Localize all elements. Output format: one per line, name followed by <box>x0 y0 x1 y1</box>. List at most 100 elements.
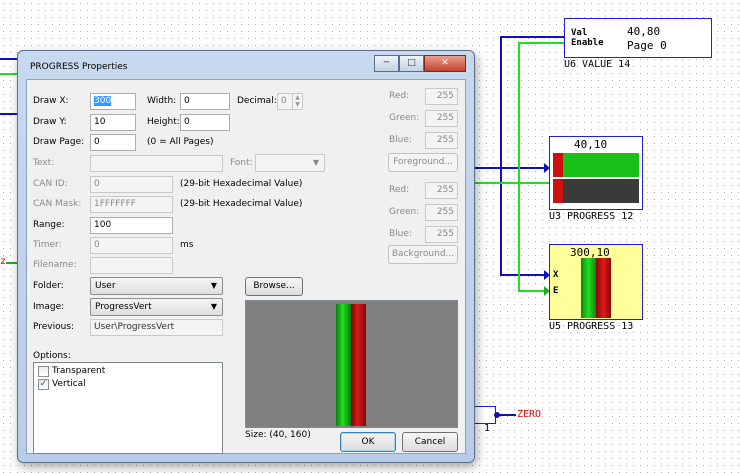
wire-green-to-value <box>518 42 564 44</box>
fg-green-label: Green: <box>389 113 420 123</box>
range-input[interactable]: 100 <box>90 217 173 234</box>
text-input[interactable] <box>90 155 223 172</box>
filename-label: Filename: <box>33 260 77 270</box>
fg-red-input[interactable]: 255 <box>425 88 458 105</box>
decimal-input[interactable]: 0 <box>277 93 293 110</box>
decimal-label: Decimal: <box>237 96 277 106</box>
checkmark-icon: ✓ <box>39 379 48 389</box>
draw-x-value: 300 <box>94 96 112 106</box>
bg-red-input[interactable]: 255 <box>425 182 458 199</box>
draw-y-label: Draw Y: <box>33 117 67 127</box>
u5-pin-e: E <box>553 286 559 296</box>
wire-blue-vertical <box>500 36 502 276</box>
folder-select[interactable]: User ▼ <box>90 277 223 295</box>
minimize-icon: ─ <box>383 58 390 68</box>
cancel-button[interactable]: Cancel <box>402 432 458 452</box>
can-mask-label: CAN Mask: <box>33 199 82 209</box>
draw-page-input[interactable]: 0 <box>90 134 136 151</box>
fragment-1: 1 <box>484 423 491 434</box>
font-label: Font: <box>230 158 253 168</box>
timer-label: Timer: <box>33 240 62 250</box>
minimize-button[interactable]: ─ <box>374 55 399 72</box>
u3-bar-bottom <box>553 179 639 203</box>
draw-y-input[interactable]: 10 <box>90 114 136 131</box>
background-button[interactable]: Background... <box>388 245 458 264</box>
dialog-client: Draw X: 300 Width: 0 Decimal: 0 ▲ ▼ Red: … <box>26 79 466 454</box>
transparent-label: Transparent <box>52 366 106 376</box>
caption-u6: U6 VALUE 14 <box>564 59 631 70</box>
can-id-input[interactable]: 0 <box>90 176 173 193</box>
options-list: Transparent ✓ Vertical <box>33 362 223 454</box>
font-select[interactable]: ▼ <box>255 154 325 172</box>
wire-blue-to-value <box>500 36 564 38</box>
u5-pin-x: X <box>553 270 559 280</box>
can-id-hint: (29-bit Hexadecimal Value) <box>180 179 303 189</box>
value-out-page: Page 0 <box>627 39 667 52</box>
caption-buttons: ─ □ ✕ <box>374 55 466 72</box>
caption-u3: U3 PROGRESS 12 <box>549 211 634 222</box>
bg-blue-label: Blue: <box>389 229 412 239</box>
can-mask-hint: (29-bit Hexadecimal Value) <box>180 199 303 209</box>
size-text: Size: (40, 160) <box>245 430 311 440</box>
progress-block-u5[interactable]: 300,10 X E <box>549 244 643 320</box>
fg-green-input[interactable]: 255 <box>425 110 458 127</box>
wire-left-3 <box>0 113 18 115</box>
wire-blue-to-u3 <box>475 167 550 169</box>
progress-block-u3[interactable]: 40,10 <box>549 136 643 210</box>
filename-input[interactable] <box>90 257 173 274</box>
chevron-down-icon: ▼ <box>312 158 319 167</box>
preview-bar-green <box>336 304 351 426</box>
chevron-down-icon: ▼ <box>210 281 217 290</box>
decimal-spinner[interactable]: ▲ ▼ <box>292 93 303 110</box>
wire-blue-to-u5 <box>500 274 550 276</box>
foreground-button[interactable]: Foreground... <box>388 153 458 172</box>
maximize-icon: □ <box>407 58 416 68</box>
close-button[interactable]: ✕ <box>424 55 466 72</box>
can-id-label: CAN ID: <box>33 179 68 189</box>
height-input[interactable]: 0 <box>180 114 230 131</box>
value-out-value: 40,80 <box>627 25 661 38</box>
previous-input[interactable]: User\ProgressVert <box>90 319 223 336</box>
value-in-enable: Enable <box>571 38 604 48</box>
browse-button[interactable]: Browse... <box>245 277 303 296</box>
image-select[interactable]: ProgressVert ▼ <box>90 298 223 316</box>
u3-bar-top <box>553 153 639 177</box>
fg-blue-input[interactable]: 255 <box>425 132 458 149</box>
can-mask-input[interactable]: 1FFFFFFF <box>90 196 173 213</box>
bg-blue-input[interactable]: 255 <box>425 226 458 243</box>
draw-page-label: Draw Page: <box>33 137 85 147</box>
ok-button[interactable]: OK <box>340 432 396 452</box>
u3-position: 40,10 <box>574 138 608 151</box>
image-value: ProgressVert <box>95 302 152 312</box>
width-input[interactable]: 0 <box>180 93 230 110</box>
transparent-checkbox[interactable] <box>38 366 49 377</box>
text-label: Text: <box>33 158 55 168</box>
value-block-u6[interactable]: Val Enable 40,80 Page 0 <box>564 18 712 58</box>
draw-x-input[interactable]: 300 <box>90 93 136 110</box>
vertical-label: Vertical <box>52 379 86 389</box>
wire-left-1 <box>0 58 18 60</box>
fg-red-label: Red: <box>389 91 410 101</box>
height-label: Height: <box>147 117 180 127</box>
wire-left-2 <box>0 73 18 75</box>
folder-value: User <box>95 281 116 291</box>
fg-blue-label: Blue: <box>389 135 412 145</box>
wire-green-vertical <box>518 42 520 292</box>
draw-x-label: Draw X: <box>33 96 69 106</box>
maximize-button[interactable]: □ <box>399 55 424 72</box>
timer-unit: ms <box>180 240 194 250</box>
bg-green-input[interactable]: 255 <box>425 204 458 221</box>
dialog-title: PROGRESS Properties <box>30 62 128 72</box>
draw-page-hint: (0 = All Pages) <box>147 137 214 147</box>
properties-dialog: PROGRESS Properties ─ □ ✕ Draw X: 300 Wi… <box>17 50 475 463</box>
zero-pin-dot <box>494 412 500 418</box>
wire-green-to-u3 <box>475 182 550 184</box>
bg-red-label: Red: <box>389 185 410 195</box>
timer-input[interactable]: 0 <box>90 237 173 254</box>
u5-bar-green <box>581 258 596 318</box>
caption-u5: U5 PROGRESS 13 <box>549 321 634 332</box>
vertical-checkbox[interactable]: ✓ <box>38 379 49 390</box>
options-label: Options: <box>33 351 71 361</box>
u5-bar-red <box>596 258 611 318</box>
bg-green-label: Green: <box>389 207 420 217</box>
